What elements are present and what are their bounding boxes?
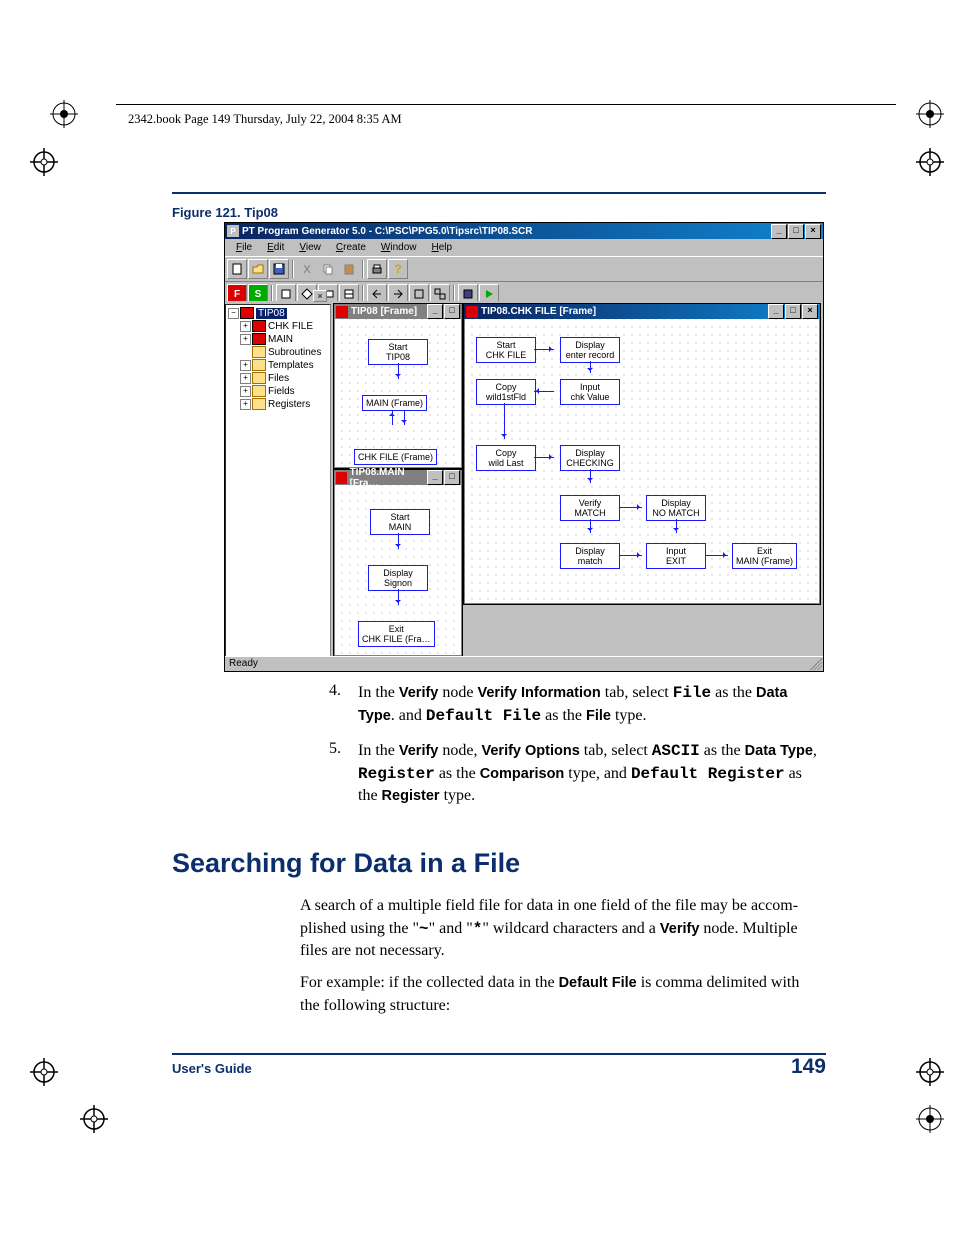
tree-item[interactable]: +MAIN: [228, 333, 328, 346]
minimize-button[interactable]: _: [771, 224, 787, 239]
flow-node[interactable]: DisplayCHECKING: [560, 445, 620, 471]
crop-mark-icon: [916, 148, 944, 176]
maximize-button[interactable]: □: [785, 304, 801, 319]
toolbar-standard: ?: [225, 256, 823, 282]
maximize-button[interactable]: □: [788, 224, 804, 239]
tree-item[interactable]: +CHK FILE: [228, 320, 328, 333]
cut-button[interactable]: [297, 259, 317, 279]
mdi-titlebar[interactable]: TIP08.CHK FILE [Frame] _□×: [464, 304, 820, 319]
body-paragraph: For example: if the collected data in th…: [300, 972, 828, 1017]
maximize-button[interactable]: □: [444, 470, 460, 485]
frame-icon: [466, 306, 478, 318]
flow-node[interactable]: DisplayNO MATCH: [646, 495, 706, 521]
frame-icon: [336, 472, 347, 484]
paste-button[interactable]: [339, 259, 359, 279]
flow-node[interactable]: InputEXIT: [646, 543, 706, 569]
menu-window[interactable]: Window: [374, 241, 424, 254]
flow-node[interactable]: VerifyMATCH: [560, 495, 620, 521]
flow-node[interactable]: StartCHK FILE: [476, 337, 536, 363]
body-paragraph: In the Verify node, Verify Options tab, …: [358, 740, 828, 808]
tree-item[interactable]: +Fields: [228, 385, 328, 398]
flow-node[interactable]: Copywild1stFld: [476, 379, 536, 405]
resize-grip-icon[interactable]: [810, 658, 822, 670]
workspace: × −TIP08 +CHK FILE +MAIN Subroutines +Te…: [225, 301, 823, 657]
header-rule: [116, 104, 896, 105]
minimize-button[interactable]: _: [427, 304, 443, 319]
crop-mark-icon: [50, 100, 78, 128]
flow-node[interactable]: Displayenter record: [560, 337, 620, 363]
tree-root[interactable]: −TIP08: [228, 307, 328, 320]
flowchart-canvas[interactable]: StartMAIN DisplaySignon ExitCHK FILE (Fr…: [334, 485, 462, 656]
tree-item[interactable]: Subroutines: [228, 346, 328, 359]
flow-node[interactable]: StartMAIN: [370, 509, 430, 535]
mdi-title: TIP08 [Frame]: [351, 306, 417, 317]
menubar: File Edit View Create Window Help: [225, 239, 823, 256]
frame-icon: [336, 306, 348, 318]
copy-button[interactable]: [318, 259, 338, 279]
menu-file[interactable]: File: [229, 241, 259, 254]
menu-help[interactable]: Help: [425, 241, 460, 254]
mdi-titlebar[interactable]: TIP08.MAIN [Fra… _□: [334, 470, 462, 485]
flow-node[interactable]: Copywild Last: [476, 445, 536, 471]
body-paragraph: In the Verify node Verify Information ta…: [358, 682, 828, 727]
help-button[interactable]: ?: [388, 259, 408, 279]
menu-view[interactable]: View: [292, 241, 328, 254]
list-number: 5.: [329, 740, 341, 758]
list-number: 4.: [329, 682, 341, 700]
mdi-tip08-frame[interactable]: TIP08 [Frame] _□ StartTIP08 MAIN (Frame)…: [333, 303, 463, 469]
tree-item[interactable]: +Templates: [228, 359, 328, 372]
minimize-button[interactable]: _: [768, 304, 784, 319]
flow-node-chkfile[interactable]: CHK FILE (Frame): [354, 449, 437, 465]
crop-mark-icon: [916, 1058, 944, 1086]
flowchart-canvas[interactable]: StartCHK FILE Displayenter record Copywi…: [464, 319, 820, 604]
maximize-button[interactable]: □: [444, 304, 460, 319]
close-button[interactable]: ×: [802, 304, 818, 319]
flow-node[interactable]: Inputchk Value: [560, 379, 620, 405]
save-button[interactable]: [269, 259, 289, 279]
menu-edit[interactable]: Edit: [260, 241, 291, 254]
print-button[interactable]: [367, 259, 387, 279]
mdi-chkfile-frame[interactable]: TIP08.CHK FILE [Frame] _□× StartCHK FILE…: [463, 303, 821, 605]
footer-rule: [172, 1053, 826, 1055]
app-icon: P: [227, 225, 239, 237]
tree-item[interactable]: +Files: [228, 372, 328, 385]
open-button[interactable]: [248, 259, 268, 279]
toolbar-separator: [362, 260, 364, 278]
titlebar: P PT Program Generator 5.0 - C:\PSC\PPG5…: [225, 223, 823, 239]
flow-node[interactable]: DisplaySignon: [368, 565, 428, 591]
flow-node-main[interactable]: MAIN (Frame): [362, 395, 427, 411]
flow-node[interactable]: ExitCHK FILE (Fra…: [358, 621, 435, 647]
status-text: Ready: [229, 658, 258, 669]
mdi-title: TIP08.CHK FILE [Frame]: [481, 306, 596, 317]
crop-mark-icon: [916, 1105, 944, 1133]
statusbar: Ready: [225, 656, 823, 671]
crop-mark-icon: [916, 100, 944, 128]
footer-left: User's Guide: [172, 1061, 252, 1076]
window-title: PT Program Generator 5.0 - C:\PSC\PPG5.0…: [242, 226, 532, 237]
crop-mark-icon: [30, 148, 58, 176]
flowchart-canvas[interactable]: StartTIP08 MAIN (Frame) CHK FILE (Frame): [334, 319, 462, 468]
flow-node[interactable]: ExitMAIN (Frame): [732, 543, 797, 569]
close-button[interactable]: ×: [805, 224, 821, 239]
figure-caption: Figure 121. Tip08: [172, 205, 278, 220]
tree-item[interactable]: +Registers: [228, 398, 328, 411]
crop-mark-icon: [30, 1058, 58, 1086]
menu-create[interactable]: Create: [329, 241, 373, 254]
toolbar-separator: [292, 260, 294, 278]
flow-node-start[interactable]: StartTIP08: [368, 339, 428, 365]
new-button[interactable]: [227, 259, 247, 279]
tree-view[interactable]: −TIP08 +CHK FILE +MAIN Subroutines +Temp…: [225, 304, 331, 660]
page-number: 149: [791, 1055, 826, 1079]
app-window: P PT Program Generator 5.0 - C:\PSC\PPG5…: [224, 222, 824, 672]
panel-close-button[interactable]: ×: [313, 290, 327, 302]
page-top-rule: [172, 192, 826, 194]
mdi-main-frame[interactable]: TIP08.MAIN [Fra… _□ StartMAIN DisplaySig…: [333, 469, 463, 657]
minimize-button[interactable]: _: [427, 470, 443, 485]
mdi-titlebar[interactable]: TIP08 [Frame] _□: [334, 304, 462, 319]
section-heading: Searching for Data in a File: [172, 848, 520, 879]
header-text: 2342.book Page 149 Thursday, July 22, 20…: [128, 112, 402, 127]
flow-node[interactable]: Displaymatch: [560, 543, 620, 569]
crop-mark-icon: [80, 1105, 108, 1133]
body-paragraph: A search of a multiple field file for da…: [300, 895, 828, 963]
